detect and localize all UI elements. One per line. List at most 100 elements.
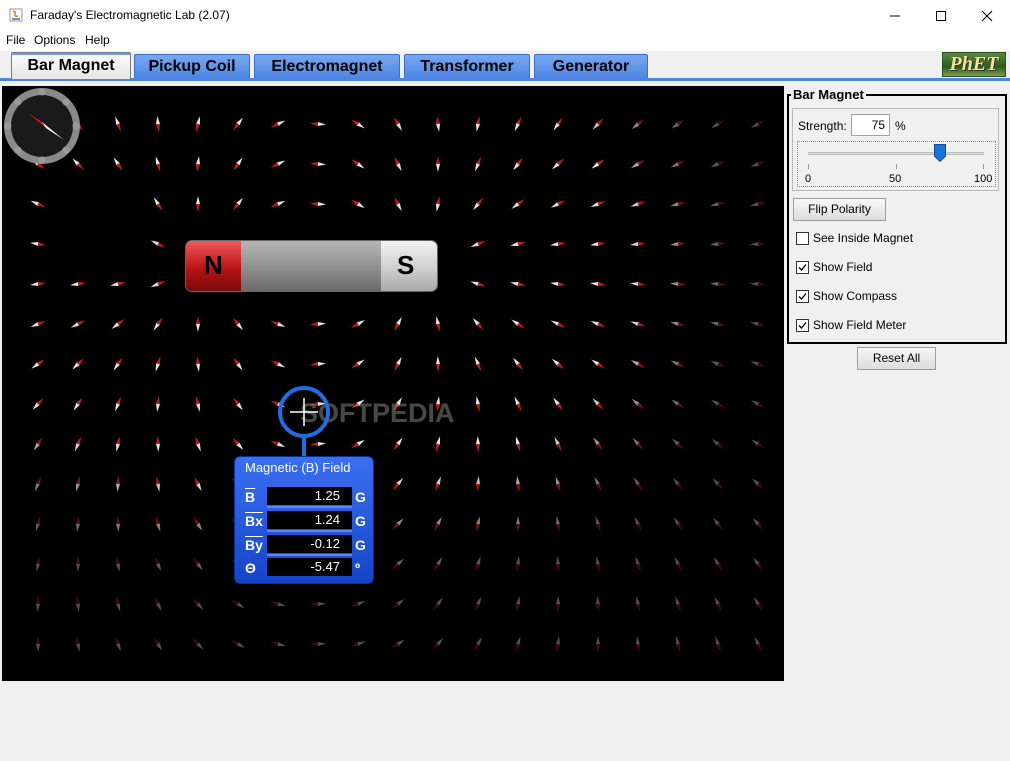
field-needle xyxy=(475,556,481,572)
panel-title: Bar Magnet xyxy=(791,87,866,102)
field-needle xyxy=(113,357,123,371)
field-needle xyxy=(394,316,402,332)
menu-bar: File Options Help xyxy=(0,31,1010,51)
field-needle xyxy=(630,242,646,246)
field-needle xyxy=(636,636,640,652)
menu-options[interactable]: Options xyxy=(34,33,75,47)
field-needle xyxy=(351,119,365,129)
field-needle xyxy=(556,596,560,612)
b-label: B xyxy=(245,489,256,505)
field-needle xyxy=(475,156,481,172)
field-needle xyxy=(633,477,643,491)
slider-min-label: 0 xyxy=(805,173,812,185)
field-needle xyxy=(192,598,204,610)
field-meter[interactable]: Magnetic (B) Field B 1.25 G Bx 1.24 G By… xyxy=(234,456,374,584)
show-field-meter-checkbox[interactable]: Show Field Meter xyxy=(796,318,986,334)
minimize-button[interactable] xyxy=(872,0,918,31)
field-needle xyxy=(550,282,566,286)
field-needle xyxy=(670,321,686,327)
field-needle xyxy=(113,157,123,171)
bx-value: 1.24 xyxy=(267,511,352,529)
field-needle xyxy=(476,436,480,452)
field-needle xyxy=(116,476,120,492)
field-needle xyxy=(752,517,764,531)
field-needle xyxy=(630,360,646,368)
north-label: N xyxy=(204,250,223,280)
field-needle xyxy=(392,477,404,491)
tab-transformer[interactable]: Transformer xyxy=(404,54,530,78)
checkbox-label: Show Field xyxy=(813,260,873,274)
tab-generator[interactable]: Generator xyxy=(534,54,648,78)
field-needle xyxy=(270,120,286,128)
field-needle xyxy=(150,280,166,288)
field-meter-probe[interactable] xyxy=(278,386,330,438)
checkbox-label: Show Compass xyxy=(813,289,898,303)
field-needle xyxy=(433,597,443,611)
field-needle xyxy=(552,158,564,170)
field-needle xyxy=(154,596,162,612)
field-needle xyxy=(435,436,441,452)
meter-divider xyxy=(267,530,352,532)
field-needle xyxy=(635,556,641,572)
field-needle xyxy=(432,637,444,651)
show-compass-checkbox[interactable]: Show Compass xyxy=(796,289,986,305)
field-needle xyxy=(634,516,642,532)
field-needle xyxy=(30,200,46,208)
menu-file[interactable]: File xyxy=(6,33,25,47)
field-meter-title: Magnetic (B) Field xyxy=(245,460,351,475)
reset-all-button[interactable]: Reset All xyxy=(857,347,936,370)
field-needle xyxy=(594,476,602,492)
flip-polarity-button[interactable]: Flip Polarity xyxy=(793,198,886,221)
field-needle xyxy=(551,358,565,370)
strength-input[interactable]: 75 xyxy=(851,114,890,136)
tab-bar-magnet[interactable]: Bar Magnet xyxy=(11,52,131,79)
field-needle xyxy=(156,436,160,452)
field-needle xyxy=(713,517,723,531)
field-needle xyxy=(676,636,680,652)
bar-magnet[interactable]: N S xyxy=(186,241,437,291)
slider-max-label: 100 xyxy=(974,173,993,185)
field-needle xyxy=(110,282,126,286)
tab-pickup-coil[interactable]: Pickup Coil xyxy=(134,54,250,78)
simulation-canvas[interactable]: N S SOFTPEDIA Magnetic (B) Field B 1.25 … xyxy=(2,86,784,681)
strength-slider-thumb[interactable] xyxy=(934,144,946,162)
b-unit: G xyxy=(355,489,366,505)
field-needle xyxy=(156,116,160,132)
field-needle xyxy=(76,596,80,612)
field-needle xyxy=(710,242,726,246)
field-needle xyxy=(115,636,121,652)
close-button[interactable] xyxy=(964,0,1010,31)
field-needle xyxy=(710,202,726,206)
field-needle xyxy=(394,156,402,172)
meter-divider xyxy=(267,506,352,508)
show-field-checkbox[interactable]: Show Field xyxy=(796,260,986,276)
field-needle xyxy=(513,157,523,171)
field-needle xyxy=(630,201,646,207)
field-needle xyxy=(76,516,80,532)
field-needle xyxy=(150,240,166,248)
phet-logo[interactable]: PhET xyxy=(942,52,1006,77)
crosshair-icon xyxy=(290,398,318,426)
strength-slider-track[interactable] xyxy=(808,152,984,155)
menu-help[interactable]: Help xyxy=(85,33,110,47)
tab-electromagnet[interactable]: Electromagnet xyxy=(254,54,400,78)
field-needle xyxy=(673,517,683,531)
field-needle xyxy=(351,359,365,369)
field-needle xyxy=(310,322,326,326)
by-value: -0.12 xyxy=(267,535,352,553)
field-needle xyxy=(470,281,486,287)
field-needle xyxy=(554,436,562,452)
field-needle xyxy=(116,556,120,572)
field-needle xyxy=(470,240,486,248)
field-needle xyxy=(350,601,366,607)
field-needle xyxy=(630,321,646,327)
field-needle xyxy=(670,360,686,368)
field-needle xyxy=(270,642,286,646)
field-needle xyxy=(115,596,121,612)
compass-icon[interactable] xyxy=(2,86,82,166)
strength-unit: % xyxy=(895,119,906,133)
field-needle xyxy=(476,516,480,532)
maximize-button[interactable] xyxy=(918,0,964,31)
field-needle xyxy=(670,201,686,207)
see-inside-magnet-checkbox[interactable]: See Inside Magnet xyxy=(796,231,986,247)
